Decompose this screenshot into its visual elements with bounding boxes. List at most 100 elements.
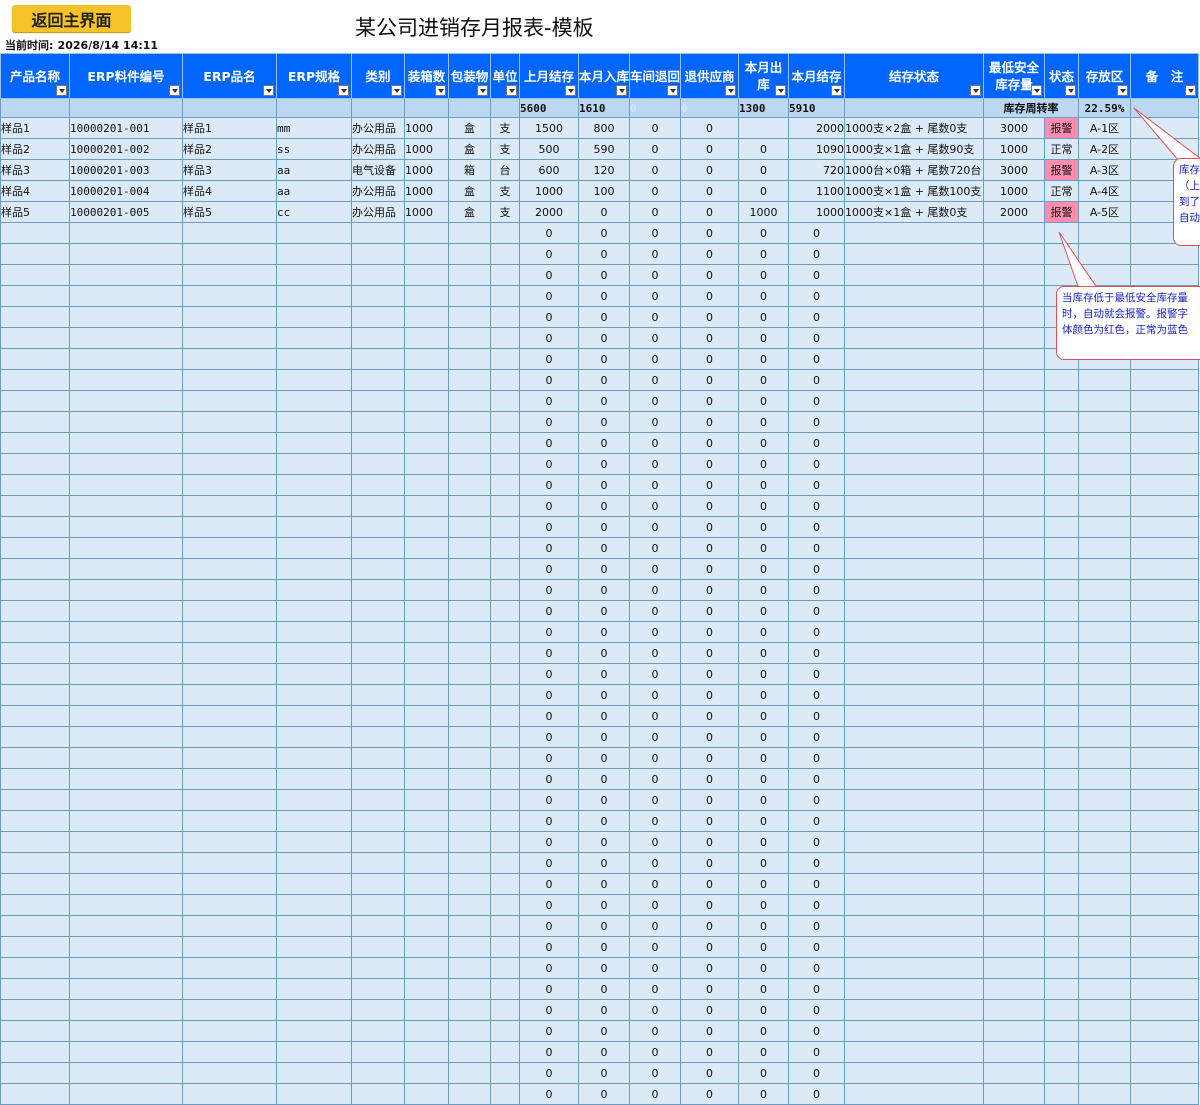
column-header[interactable]: 包装物 [448,53,491,99]
empty-cell[interactable] [404,810,449,832]
empty-cell[interactable] [448,831,491,853]
empty-cell[interactable] [1130,621,1199,643]
empty-cell[interactable] [1044,600,1079,622]
empty-zero-cell[interactable]: 0 [738,516,789,538]
empty-zero-cell[interactable]: 0 [680,306,739,328]
table-row[interactable]: 000000 [0,1083,1199,1105]
empty-cell[interactable] [182,684,277,706]
empty-cell[interactable] [448,1062,491,1084]
empty-zero-cell[interactable]: 0 [629,705,681,727]
empty-cell[interactable] [983,474,1045,496]
last-stock-cell[interactable]: 1000 [519,180,579,202]
empty-cell[interactable] [490,915,520,937]
empty-zero-cell[interactable]: 0 [519,558,579,580]
empty-cell[interactable] [448,642,491,664]
erp-name-cell[interactable]: 样品5 [182,201,277,223]
empty-zero-cell[interactable]: 0 [629,1020,681,1042]
status-badge[interactable]: 报警 [1044,159,1079,181]
stock-cell[interactable]: 0 [788,1041,845,1063]
empty-cell[interactable] [1130,495,1199,517]
empty-zero-cell[interactable]: 0 [578,663,630,685]
table-row[interactable]: 样品2 10000201-002 样品2 ss 办公用品 1000 盒支 500 590 0 0 0 1… [0,138,1199,160]
empty-cell[interactable] [1044,642,1079,664]
empty-zero-cell[interactable]: 0 [629,474,681,496]
empty-cell[interactable] [0,558,70,580]
remark-cell[interactable] [1130,138,1199,160]
stock-cell[interactable]: 0 [788,726,845,748]
empty-cell[interactable] [1078,264,1131,286]
empty-cell[interactable] [1130,726,1199,748]
empty-cell[interactable] [448,894,491,916]
empty-zero-cell[interactable]: 0 [680,1083,739,1105]
empty-zero-cell[interactable]: 0 [680,243,739,265]
table-row[interactable]: 样品4 10000201-004 样品4 aa 办公用品 1000 盒支 1000 100 0 0 0… [0,180,1199,202]
empty-zero-cell[interactable]: 0 [629,894,681,916]
empty-cell[interactable] [1078,537,1131,559]
empty-cell[interactable] [844,600,984,622]
empty-zero-cell[interactable]: 0 [519,474,579,496]
filter-dropdown-icon[interactable] [667,85,678,96]
empty-zero-cell[interactable]: 0 [680,222,739,244]
empty-cell[interactable] [490,558,520,580]
empty-cell[interactable] [844,642,984,664]
empty-cell[interactable] [490,1020,520,1042]
empty-cell[interactable] [1044,663,1079,685]
empty-cell[interactable] [448,432,491,454]
empty-cell[interactable] [276,474,352,496]
area-cell[interactable]: A-3区 [1078,159,1131,181]
empty-cell[interactable] [351,306,405,328]
empty-zero-cell[interactable]: 0 [738,537,789,559]
empty-cell[interactable] [1078,579,1131,601]
empty-cell[interactable] [0,264,70,286]
empty-cell[interactable] [276,726,352,748]
empty-cell[interactable] [1130,264,1199,286]
erp-spec-cell[interactable]: aa [276,159,352,181]
empty-cell[interactable] [404,327,449,349]
empty-cell[interactable] [1078,957,1131,979]
empty-zero-cell[interactable]: 0 [519,600,579,622]
empty-cell[interactable] [448,1020,491,1042]
empty-cell[interactable] [983,453,1045,475]
empty-cell[interactable] [276,348,352,370]
empty-cell[interactable] [0,390,70,412]
area-cell[interactable]: A-5区 [1078,201,1131,223]
empty-zero-cell[interactable]: 0 [680,327,739,349]
stock-cell[interactable]: 0 [788,936,845,958]
table-row[interactable]: 000000 [0,432,1199,454]
empty-cell[interactable] [1130,432,1199,454]
empty-cell[interactable] [1130,579,1199,601]
empty-cell[interactable] [276,831,352,853]
empty-cell[interactable] [983,789,1045,811]
empty-cell[interactable] [490,831,520,853]
empty-cell[interactable] [1044,915,1079,937]
empty-cell[interactable] [490,1062,520,1084]
empty-cell[interactable] [69,684,183,706]
empty-zero-cell[interactable]: 0 [578,1062,630,1084]
column-header[interactable]: ERP料件编号 [69,53,183,99]
stock-cell[interactable]: 0 [788,600,845,622]
empty-zero-cell[interactable]: 0 [680,1020,739,1042]
empty-cell[interactable] [844,411,984,433]
filter-dropdown-icon[interactable] [391,85,402,96]
empty-zero-cell[interactable]: 0 [578,369,630,391]
empty-zero-cell[interactable]: 0 [629,978,681,1000]
empty-zero-cell[interactable]: 0 [629,810,681,832]
empty-cell[interactable] [983,516,1045,538]
empty-cell[interactable] [1130,1062,1199,1084]
empty-cell[interactable] [182,705,277,727]
empty-zero-cell[interactable]: 0 [519,222,579,244]
filter-dropdown-icon[interactable] [831,85,842,96]
empty-zero-cell[interactable]: 0 [578,726,630,748]
empty-cell[interactable] [983,768,1045,790]
empty-cell[interactable] [1044,999,1079,1021]
empty-cell[interactable] [490,852,520,874]
empty-cell[interactable] [1044,453,1079,475]
empty-cell[interactable] [182,663,277,685]
empty-cell[interactable] [0,915,70,937]
category-cell[interactable]: 电气设备 [351,159,405,181]
empty-zero-cell[interactable]: 0 [680,537,739,559]
empty-cell[interactable] [0,1062,70,1084]
empty-cell[interactable] [448,705,491,727]
empty-zero-cell[interactable]: 0 [680,1041,739,1063]
stock-cell[interactable]: 1090 [788,138,845,160]
